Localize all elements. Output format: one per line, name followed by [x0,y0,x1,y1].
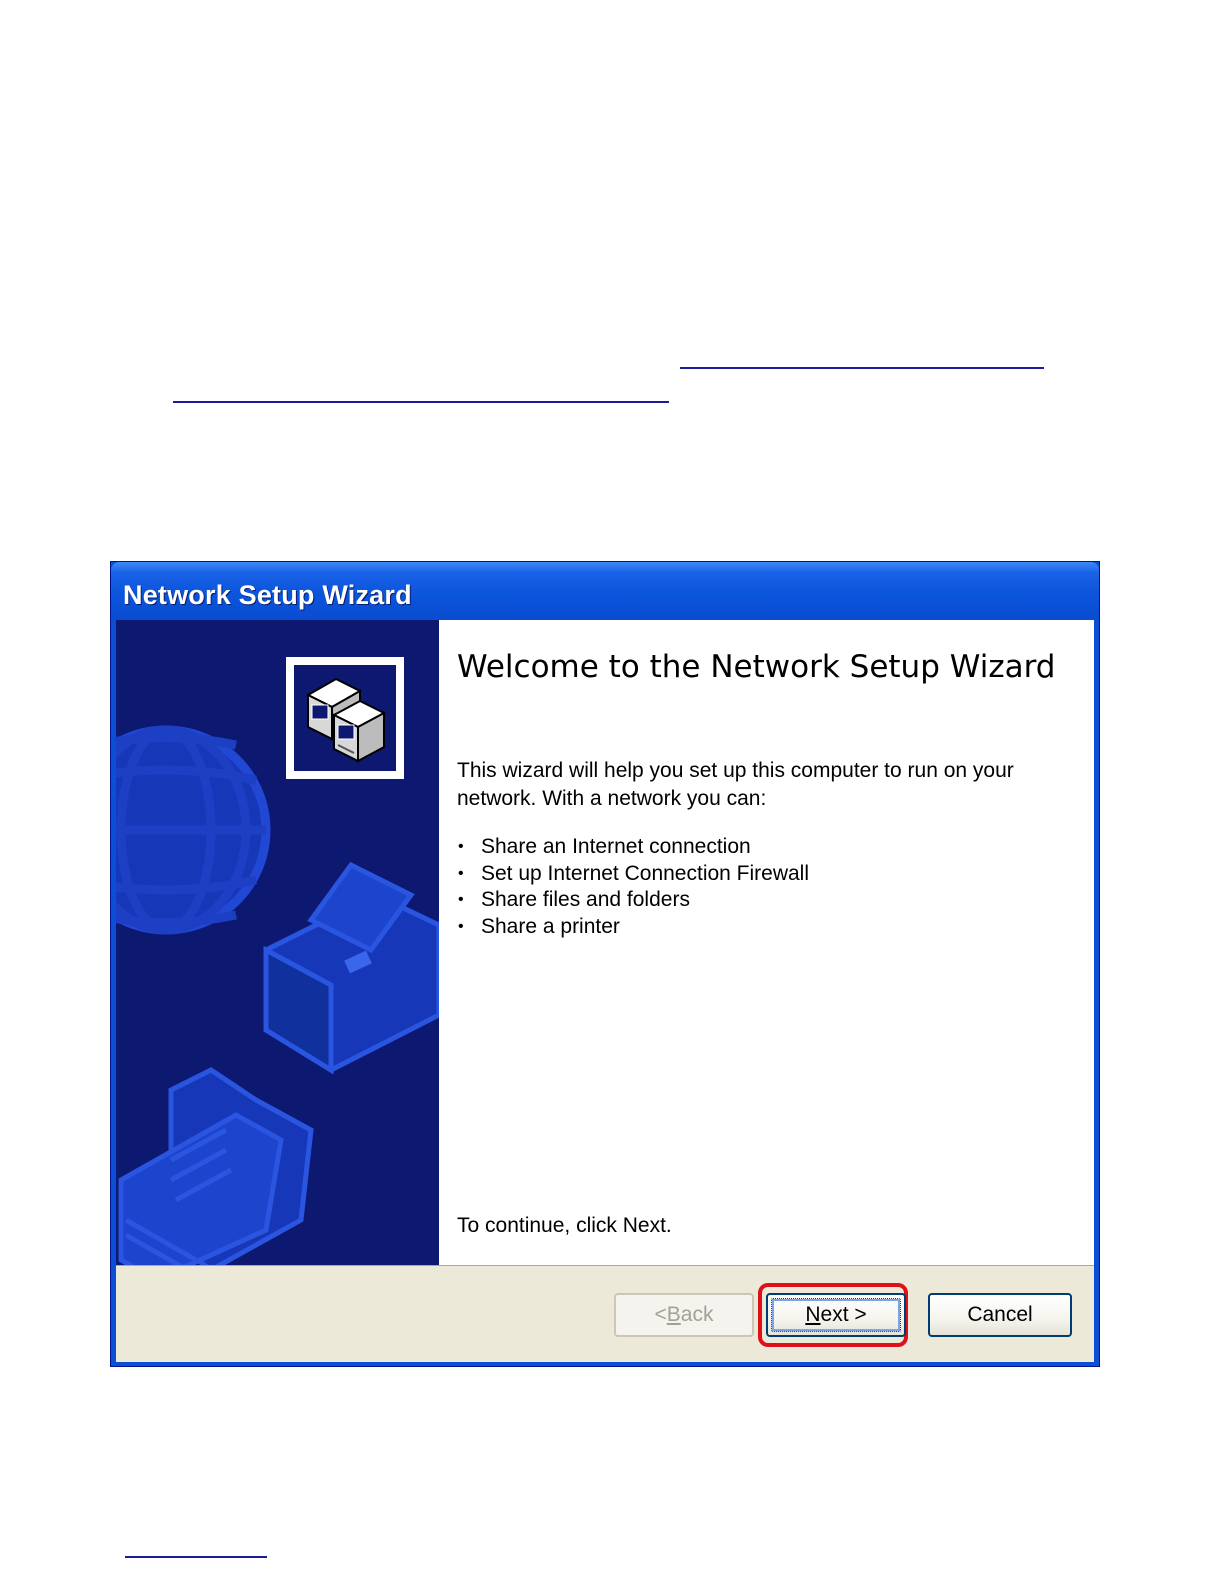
list-item: • Set up Internet Connection Firewall [457,861,809,888]
wizard-heading: Welcome to the Network Setup Wizard [457,649,1056,685]
continue-instruction: To continue, click Next. [457,1214,672,1237]
side-art-panel [116,620,439,1265]
wizard-window: Network Setup Wizard Welcome to the Netw… [110,561,1100,1367]
page-underline [173,401,669,403]
bullet-icon: • [458,864,464,882]
next-button[interactable]: Next > [766,1293,906,1337]
button-bar: < Back Next > Cancel [116,1265,1094,1362]
wizard-icon-frame [286,657,404,779]
page-underline [680,367,1044,369]
bullet-icon: • [458,838,464,855]
list-item: • Share files and folders [457,887,809,914]
wizard-content: Welcome to the Network Setup Wizard This… [457,620,1077,1265]
title-bar[interactable]: Network Setup Wizard [111,562,1099,620]
list-item: • Share an Internet connection [457,834,809,861]
networked-computers-icon [305,677,387,763]
bullet-icon: • [458,891,464,908]
printer-icon [263,861,439,1075]
page-underline [125,1556,267,1558]
folder-icon [118,1067,314,1265]
back-button[interactable]: < Back [614,1293,754,1337]
feature-list: • Share an Internet connection • Set up In… [457,834,809,940]
cancel-button[interactable]: Cancel [928,1293,1072,1337]
list-item: • Share a printer [457,914,809,941]
globe-icon [116,725,271,935]
window-title: Network Setup Wizard [123,580,412,610]
wizard-intro-text: This wizard will help you set up this co… [457,759,1014,810]
wizard-client-area: Welcome to the Network Setup Wizard This… [116,620,1094,1362]
bullet-icon: • [458,917,464,935]
